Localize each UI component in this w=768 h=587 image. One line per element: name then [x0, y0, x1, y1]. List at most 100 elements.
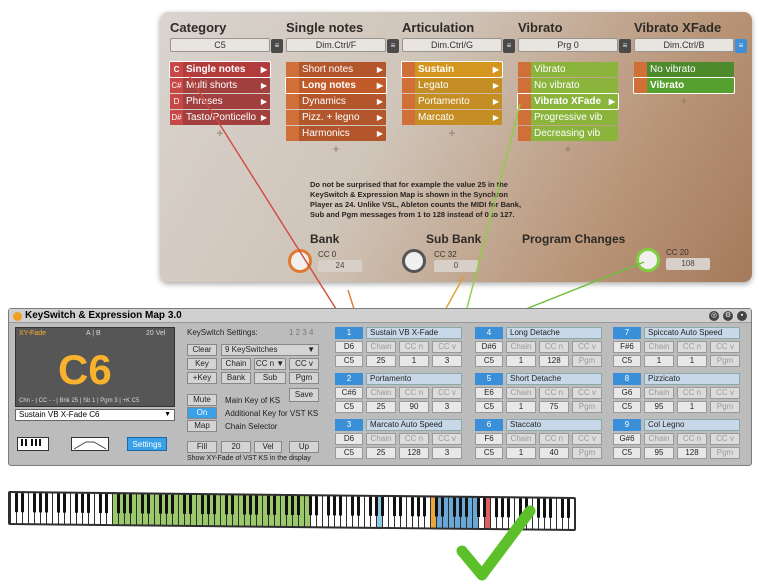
pgm-button[interactable]: Pgm: [289, 372, 319, 384]
fill-button[interactable]: Fill: [187, 441, 217, 453]
slot-chain[interactable]: Chain: [366, 387, 396, 399]
slot-number[interactable]: 7: [613, 327, 641, 339]
black-key[interactable]: [249, 495, 252, 515]
slot-sub[interactable]: 90: [399, 401, 429, 413]
slot-pgm[interactable]: Pgm: [572, 447, 602, 459]
black-key[interactable]: [201, 495, 204, 515]
save-button[interactable]: Save: [289, 388, 319, 402]
black-key[interactable]: [33, 493, 36, 513]
black-key[interactable]: [351, 496, 354, 516]
black-key[interactable]: [141, 494, 144, 514]
slot-bank[interactable]: 1: [506, 401, 536, 413]
up-button[interactable]: Up: [289, 441, 319, 453]
black-key[interactable]: [393, 497, 396, 517]
black-key[interactable]: [315, 496, 318, 516]
black-key[interactable]: [411, 497, 414, 517]
slot-plus-key[interactable]: C5: [335, 447, 363, 459]
slot-ccn[interactable]: CC n: [399, 387, 429, 399]
slot-chain[interactable]: Chain: [366, 341, 396, 353]
black-key[interactable]: [339, 496, 342, 516]
vel-select[interactable]: Vel: [254, 441, 282, 453]
slot-ccv[interactable]: CC v: [710, 387, 740, 399]
black-key[interactable]: [165, 494, 168, 514]
on-button[interactable]: On: [187, 407, 217, 419]
slot-chain[interactable]: Chain: [366, 433, 396, 445]
page-selector[interactable]: 1 2 3 4: [289, 328, 313, 337]
black-key[interactable]: [171, 494, 174, 514]
ccv-button[interactable]: CC v: [289, 358, 319, 370]
slot-ccv[interactable]: CC v: [432, 341, 462, 353]
ccn-select[interactable]: CC n ▼: [254, 358, 286, 370]
slot-key[interactable]: D6: [335, 433, 363, 445]
black-key[interactable]: [543, 498, 546, 518]
slot-name[interactable]: Long Detache: [506, 327, 602, 339]
slot-bank[interactable]: 1: [506, 355, 536, 367]
slot-number[interactable]: 6: [475, 419, 503, 431]
slot-bank[interactable]: 25: [366, 401, 396, 413]
slot-ccn[interactable]: CC n: [677, 433, 707, 445]
slot-key[interactable]: F6: [475, 433, 503, 445]
slot-pgm[interactable]: Pgm: [572, 355, 602, 367]
black-key[interactable]: [207, 495, 210, 515]
slot-chain[interactable]: Chain: [506, 433, 536, 445]
slot-name[interactable]: Pizzicato: [644, 373, 740, 385]
black-key[interactable]: [99, 493, 102, 514]
black-key[interactable]: [549, 498, 552, 518]
slot-ccv[interactable]: CC v: [572, 433, 602, 445]
black-key[interactable]: [327, 496, 330, 516]
slot-sub[interactable]: 75: [539, 401, 569, 413]
black-key[interactable]: [333, 496, 336, 516]
clear-button[interactable]: Clear: [187, 344, 217, 356]
slot-ccn[interactable]: CC n: [539, 341, 569, 353]
black-key[interactable]: [225, 495, 228, 515]
preset-select[interactable]: Sustain VB X-Fade C6 ▼: [15, 409, 175, 421]
black-key[interactable]: [285, 495, 288, 515]
fill-value-select[interactable]: 20: [221, 441, 251, 453]
black-key[interactable]: [213, 495, 216, 515]
slot-ccv[interactable]: CC v: [710, 433, 740, 445]
black-key[interactable]: [45, 493, 48, 513]
slot-bank[interactable]: 95: [644, 401, 674, 413]
black-key[interactable]: [423, 497, 426, 517]
slot-number[interactable]: 2: [335, 373, 363, 385]
slot-number[interactable]: 5: [475, 373, 503, 385]
slot-bank[interactable]: 25: [366, 447, 396, 459]
slot-ccn[interactable]: CC n: [399, 433, 429, 445]
slot-key[interactable]: C#6: [335, 387, 363, 399]
slot-bank[interactable]: 95: [644, 447, 674, 459]
black-key[interactable]: [81, 493, 84, 513]
pin-icon[interactable]: ◎: [709, 311, 719, 321]
slot-pgm[interactable]: Pgm: [710, 401, 740, 413]
slot-ccv[interactable]: CC v: [432, 387, 462, 399]
black-key[interactable]: [87, 493, 90, 513]
black-key[interactable]: [357, 496, 360, 516]
black-key[interactable]: [567, 498, 570, 518]
slot-pgm[interactable]: Pgm: [710, 447, 740, 459]
black-key[interactable]: [297, 496, 300, 516]
chain-button[interactable]: Chain: [221, 358, 251, 370]
slot-chain[interactable]: Chain: [644, 433, 674, 445]
black-key[interactable]: [441, 497, 444, 517]
slot-key[interactable]: G#6: [613, 433, 641, 445]
map-button[interactable]: Map: [187, 420, 217, 432]
black-key[interactable]: [309, 496, 312, 516]
slot-number[interactable]: 3: [335, 419, 363, 431]
black-key[interactable]: [15, 493, 18, 513]
slot-chain[interactable]: Chain: [644, 387, 674, 399]
slot-number[interactable]: 8: [613, 373, 641, 385]
sub-button[interactable]: Sub: [254, 372, 286, 384]
slot-sub[interactable]: 128: [399, 447, 429, 459]
slot-name[interactable]: Col Legno: [644, 419, 740, 431]
black-key[interactable]: [417, 497, 420, 517]
black-key[interactable]: [75, 493, 78, 513]
slot-plus-key[interactable]: C5: [475, 447, 503, 459]
slot-pgm[interactable]: 3: [432, 355, 462, 367]
slot-sub[interactable]: 1: [677, 401, 707, 413]
slot-name[interactable]: Marcato Auto Speed: [366, 419, 462, 431]
slot-pgm[interactable]: Pgm: [710, 355, 740, 367]
slot-sub[interactable]: 1: [677, 355, 707, 367]
mute-button[interactable]: Mute: [187, 394, 217, 406]
slot-chain[interactable]: Chain: [506, 341, 536, 353]
slot-plus-key[interactable]: C5: [335, 355, 363, 367]
slot-plus-key[interactable]: C5: [613, 447, 641, 459]
